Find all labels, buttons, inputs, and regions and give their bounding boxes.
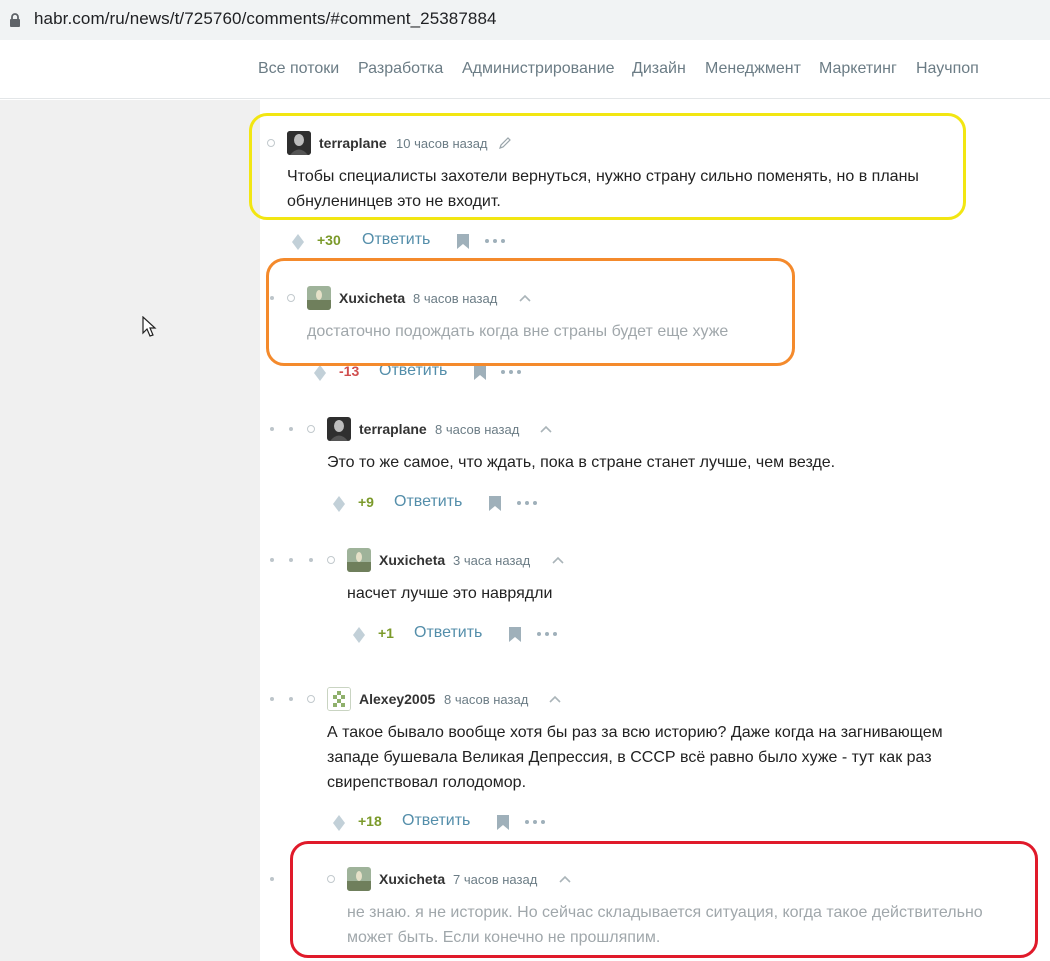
reply-button[interactable]: Ответить xyxy=(414,624,482,642)
comment-actions: +18 Ответить xyxy=(333,811,563,835)
comment-actions: +9 Ответить xyxy=(333,492,563,516)
chevron-up-icon[interactable] xyxy=(548,694,562,704)
highlight-box-orange xyxy=(266,258,795,366)
comment-score: +18 xyxy=(358,813,382,829)
comment-text: Это то же самое, что ждать, пока в стран… xyxy=(327,454,836,471)
more-icon[interactable] xyxy=(484,234,506,248)
highlight-box-red xyxy=(290,841,1038,958)
landscape-avatar-icon xyxy=(347,548,371,572)
vote-icon[interactable] xyxy=(333,815,345,831)
bookmark-icon[interactable] xyxy=(496,814,510,831)
comment-time[interactable]: 8 часов назад xyxy=(444,692,528,707)
reply-button[interactable]: Ответить xyxy=(394,493,462,511)
thread-ring-marker xyxy=(307,695,315,703)
bookmark-icon[interactable] xyxy=(456,233,470,250)
lock-icon xyxy=(10,13,20,27)
comment-time[interactable]: 3 часа назад xyxy=(453,553,530,568)
more-icon[interactable] xyxy=(516,496,538,510)
avatar[interactable] xyxy=(347,548,371,572)
thread-depth-dot xyxy=(270,427,274,431)
reply-button[interactable]: Ответить xyxy=(362,231,430,249)
nav-administration[interactable]: Администрирование xyxy=(462,60,615,78)
bookmark-icon[interactable] xyxy=(508,626,522,643)
chevron-up-icon[interactable] xyxy=(539,424,553,434)
bookmark-icon[interactable] xyxy=(488,495,502,512)
more-icon[interactable] xyxy=(536,627,558,641)
thread-depth-dot xyxy=(289,427,293,431)
comment-author[interactable]: Xuxicheta xyxy=(379,552,445,568)
nav-all-streams[interactable]: Все потоки xyxy=(258,60,339,78)
vote-icon[interactable] xyxy=(292,234,304,250)
bookmark-icon[interactable] xyxy=(473,364,487,381)
thread-depth-dot xyxy=(270,877,274,881)
avatar[interactable] xyxy=(327,687,351,711)
portrait-avatar-icon xyxy=(327,417,351,441)
avatar[interactable] xyxy=(327,417,351,441)
reply-button[interactable]: Ответить xyxy=(402,812,470,830)
section-nav: Все потоки Разработка Администрирование … xyxy=(0,40,1050,99)
comment-text: А такое бывало вообще хотя бы раз за всю… xyxy=(327,724,943,791)
url-text[interactable]: habr.com/ru/news/t/725760/comments/#comm… xyxy=(34,9,497,29)
thread-ring-marker xyxy=(307,425,315,433)
chevron-up-icon[interactable] xyxy=(551,555,565,565)
nav-development[interactable]: Разработка xyxy=(358,60,443,78)
vote-icon[interactable] xyxy=(333,496,345,512)
thread-depth-dot xyxy=(309,558,313,562)
nav-management[interactable]: Менеджмент xyxy=(705,60,801,78)
vote-icon[interactable] xyxy=(353,627,365,643)
vote-icon[interactable] xyxy=(314,365,326,381)
mouse-cursor-icon xyxy=(142,316,157,337)
comment-score: +30 xyxy=(317,232,341,248)
more-icon[interactable] xyxy=(524,815,546,829)
comment-actions: +1 Ответить xyxy=(353,623,583,647)
nav-marketing[interactable]: Маркетинг xyxy=(819,60,897,78)
comment-author[interactable]: terraplane xyxy=(359,421,427,437)
thread-depth-dot xyxy=(289,697,293,701)
comment-actions: +30 Ответить xyxy=(292,230,522,254)
thread-ring-marker xyxy=(327,556,335,564)
thread-depth-dot xyxy=(270,558,274,562)
comment-score: +1 xyxy=(378,625,394,641)
thread-depth-dot xyxy=(270,697,274,701)
browser-address-bar[interactable]: habr.com/ru/news/t/725760/comments/#comm… xyxy=(0,0,1050,40)
nav-popsci[interactable]: Научпоп xyxy=(916,60,979,78)
thread-depth-dot xyxy=(289,558,293,562)
highlight-box-yellow xyxy=(249,113,966,220)
more-icon[interactable] xyxy=(500,365,522,379)
comment-time[interactable]: 8 часов назад xyxy=(435,422,519,437)
comment-text: насчет лучше это наврядли xyxy=(347,585,553,602)
left-sidebar-area xyxy=(0,100,260,961)
nav-design[interactable]: Дизайн xyxy=(632,60,686,78)
comment-author[interactable]: Alexey2005 xyxy=(359,691,435,707)
identicon-avatar-icon xyxy=(328,688,350,710)
comment-score: +9 xyxy=(358,494,374,510)
